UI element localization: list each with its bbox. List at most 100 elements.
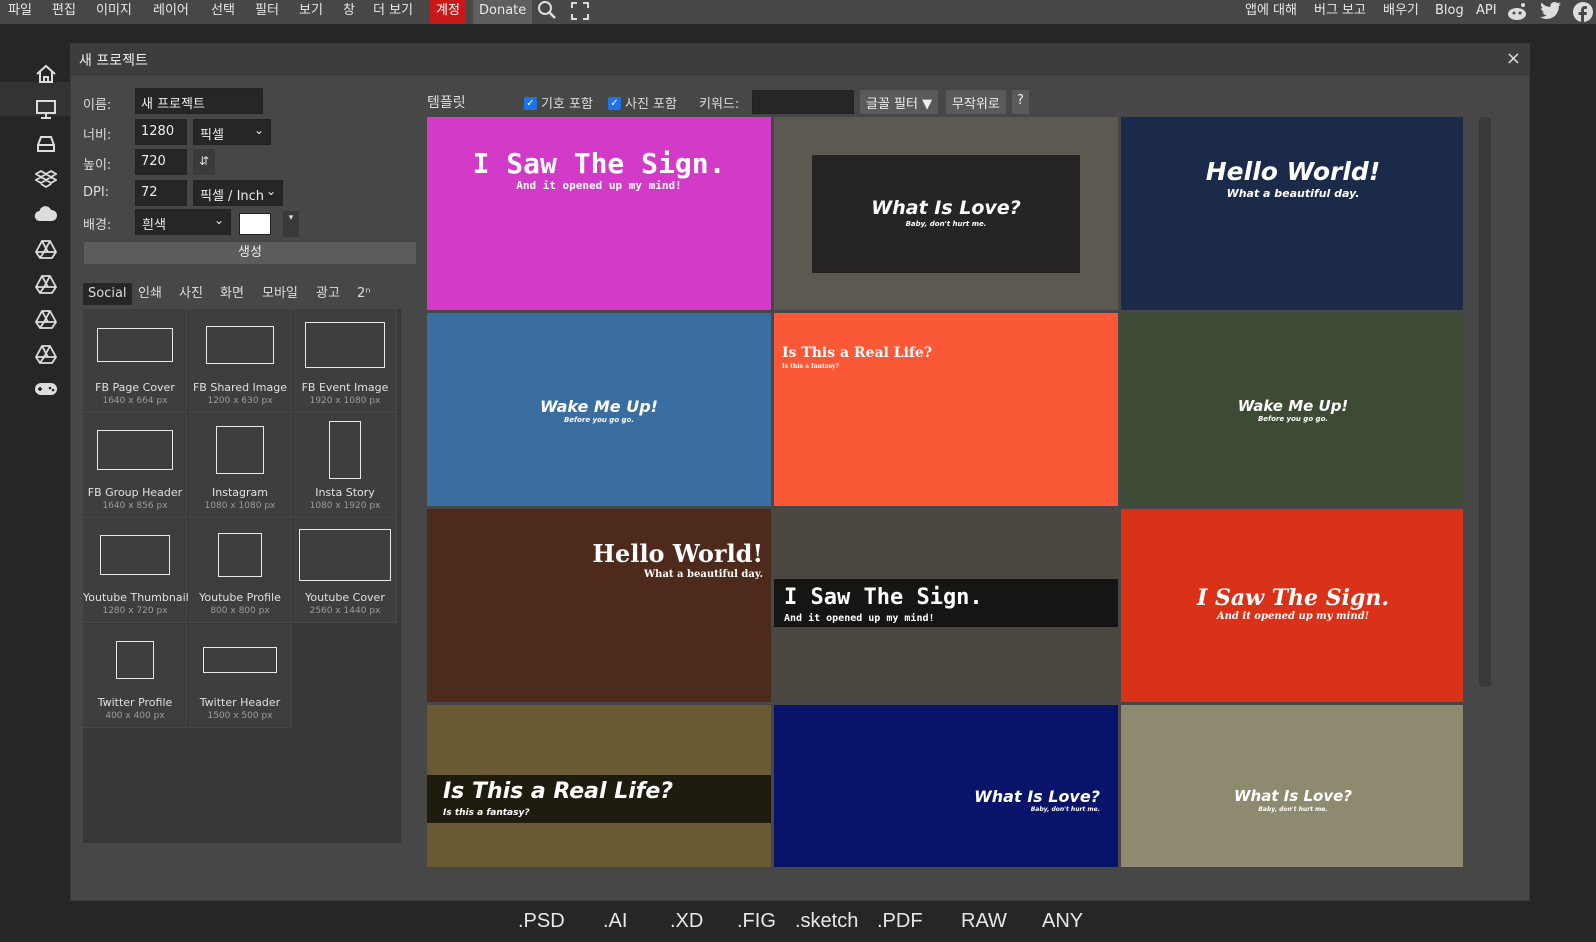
preset-youtube-thumbnail[interactable]: Youtube Thumbnail 1280 x 720 px <box>83 519 189 623</box>
menu-image[interactable]: 이미지 <box>96 0 132 24</box>
dropbox-icon[interactable] <box>34 167 58 191</box>
height-input[interactable]: 720 <box>135 149 187 175</box>
onedrive-icon[interactable] <box>34 202 58 226</box>
search-icon[interactable] <box>537 0 557 24</box>
tab-social[interactable]: Social <box>83 283 132 305</box>
menu-account[interactable]: 계정 <box>430 0 466 24</box>
menu-window[interactable]: 창 <box>343 0 355 24</box>
background-color-swatch[interactable] <box>239 213 271 235</box>
font-filter-button[interactable]: 글꼴 필터 ▼ <box>860 90 939 114</box>
preset-name: Twitter Profile <box>97 696 173 709</box>
storage-icon[interactable] <box>34 132 58 156</box>
menu-learn[interactable]: 배우기 <box>1383 0 1419 24</box>
template-card[interactable]: I Saw The Sign. And it opened up my mind! <box>774 509 1118 702</box>
donate-button[interactable]: Donate <box>473 0 533 24</box>
menu-about[interactable]: 앱에 대해 <box>1245 0 1297 24</box>
template-subtitle: And it opened up my mind! <box>784 613 935 624</box>
template-card[interactable]: Is This a Real Life? Is this a fantasy? <box>427 705 771 867</box>
template-card[interactable]: Wake Me Up! Before you go go. <box>427 313 771 506</box>
preset-shape <box>329 421 361 479</box>
template-card[interactable]: I Saw The Sign. And it opened up my mind! <box>1121 509 1463 702</box>
preset-scrollbar[interactable] <box>401 309 417 843</box>
preset-name: FB Page Cover <box>95 381 175 394</box>
home-icon[interactable] <box>34 62 58 86</box>
templates-scrollbar[interactable] <box>1479 117 1491 687</box>
menu-select[interactable]: 선택 <box>211 0 235 24</box>
template-title: What Is Love? <box>974 787 1100 806</box>
preset-instagram[interactable]: Instagram 1080 x 1080 px <box>188 414 292 518</box>
tab-screen[interactable]: 화면 <box>220 283 244 305</box>
help-button[interactable]: ? <box>1012 90 1029 114</box>
menu-edit[interactable]: 편집 <box>52 0 76 24</box>
preset-fb-event-image[interactable]: FB Event Image 1920 x 1080 px <box>293 309 397 413</box>
template-title: What Is Love? <box>1234 787 1352 805</box>
template-card[interactable]: Wake Me Up! Before you go go. <box>1121 313 1463 506</box>
preset-size: 1640 x 856 px <box>102 501 168 511</box>
tab-print[interactable]: 인쇄 <box>138 283 162 305</box>
google-drive-icon-4[interactable] <box>34 342 58 366</box>
google-drive-icon-3[interactable] <box>34 307 58 331</box>
fullscreen-icon[interactable] <box>571 2 589 26</box>
preset-insta-story[interactable]: Insta Story 1080 x 1920 px <box>293 414 397 518</box>
menu-blog[interactable]: Blog <box>1435 0 1464 24</box>
width-input[interactable]: 1280 <box>135 119 187 145</box>
name-input[interactable]: 새 프로젝트 <box>135 88 263 114</box>
twitter-icon[interactable] <box>1540 1 1562 25</box>
menu-layer[interactable]: 레이어 <box>153 0 189 24</box>
chevron-down-icon: ⌄ <box>253 123 264 137</box>
preset-youtube-profile[interactable]: Youtube Profile 800 x 800 px <box>188 519 292 623</box>
reddit-icon[interactable] <box>1506 1 1528 25</box>
google-drive-icon[interactable] <box>34 237 58 261</box>
format-sketch: .sketch <box>795 910 859 932</box>
facebook-icon[interactable] <box>1572 1 1594 25</box>
menu-api[interactable]: API <box>1476 0 1497 24</box>
swap-dimensions-button[interactable]: ⇵ <box>193 149 215 175</box>
background-select[interactable]: 흰색 ⌄ <box>135 209 231 235</box>
preset-youtube-cover[interactable]: Youtube Cover 2560 x 1440 px <box>293 519 397 623</box>
template-card[interactable]: What Is Love? Baby, don't hurt me. <box>774 705 1118 867</box>
tab-ads[interactable]: 광고 <box>316 283 340 305</box>
template-card[interactable]: I Saw The Sign. And it opened up my mind! <box>427 117 771 310</box>
create-button[interactable]: 생성 <box>83 241 417 265</box>
template-card[interactable]: What Is Love? Baby, don't hurt me. <box>1121 705 1463 867</box>
menu-filter[interactable]: 필터 <box>255 0 279 24</box>
keyword-input[interactable] <box>752 90 854 114</box>
photos-checkbox[interactable]: ✓ <box>608 97 621 110</box>
preset-fb-page-cover[interactable]: FB Page Cover 1640 x 664 px <box>83 309 187 413</box>
preset-twitter-header[interactable]: Twitter Header 1500 x 500 px <box>188 624 292 728</box>
tab-mobile[interactable]: 모바일 <box>262 283 298 305</box>
dpi-unit-select[interactable]: 픽셀 / Inch ⌄ <box>193 180 283 206</box>
width-unit-select[interactable]: 픽셀 ⌄ <box>193 119 271 145</box>
dpi-label: DPI: <box>83 185 110 200</box>
gamepad-icon[interactable] <box>34 377 58 401</box>
menu-view[interactable]: 보기 <box>299 0 323 24</box>
preset-size: 400 x 400 px <box>105 711 165 721</box>
symbols-checkbox[interactable]: ✓ <box>524 97 537 110</box>
tab-power-of-two[interactable]: 2ⁿ <box>357 283 370 305</box>
random-button[interactable]: 무작위로 <box>946 90 1006 114</box>
google-drive-icon-2[interactable] <box>34 272 58 296</box>
template-title: I Saw The Sign. <box>784 585 983 610</box>
template-card[interactable]: Hello World! What a beautiful day. <box>427 509 771 702</box>
preset-fb-group-header[interactable]: FB Group Header 1640 x 856 px <box>83 414 187 518</box>
preset-size: 1080 x 1080 px <box>204 501 276 511</box>
template-card[interactable]: Is This a Real Life? Is this a fantasy? <box>774 313 1118 506</box>
menu-bug-report[interactable]: 버그 보고 <box>1314 0 1366 24</box>
preset-fb-shared-image[interactable]: FB Shared Image 1200 x 630 px <box>188 309 292 413</box>
color-picker-caret[interactable]: ▾ <box>283 211 299 237</box>
menu-more[interactable]: 더 보기 <box>373 0 413 24</box>
template-subtitle: What a beautiful day. <box>643 569 763 580</box>
format-any: ANY <box>1042 910 1084 932</box>
tab-photo[interactable]: 사진 <box>179 283 203 305</box>
preset-shape <box>203 647 277 673</box>
close-icon[interactable]: × <box>1506 48 1521 69</box>
monitor-icon[interactable] <box>34 97 58 121</box>
template-title: Wake Me Up! <box>1237 397 1349 415</box>
preset-twitter-profile[interactable]: Twitter Profile 400 x 400 px <box>83 624 187 728</box>
dpi-input[interactable]: 72 <box>135 180 187 206</box>
template-card[interactable]: Hello World! What a beautiful day. <box>1121 117 1463 310</box>
chevron-down-icon: ⌄ <box>265 184 276 198</box>
template-card[interactable]: What Is Love? Baby, don't hurt me. <box>774 117 1118 310</box>
menu-file[interactable]: 파일 <box>8 0 32 24</box>
template-subtitle: Is this a fantasy? <box>782 363 839 370</box>
